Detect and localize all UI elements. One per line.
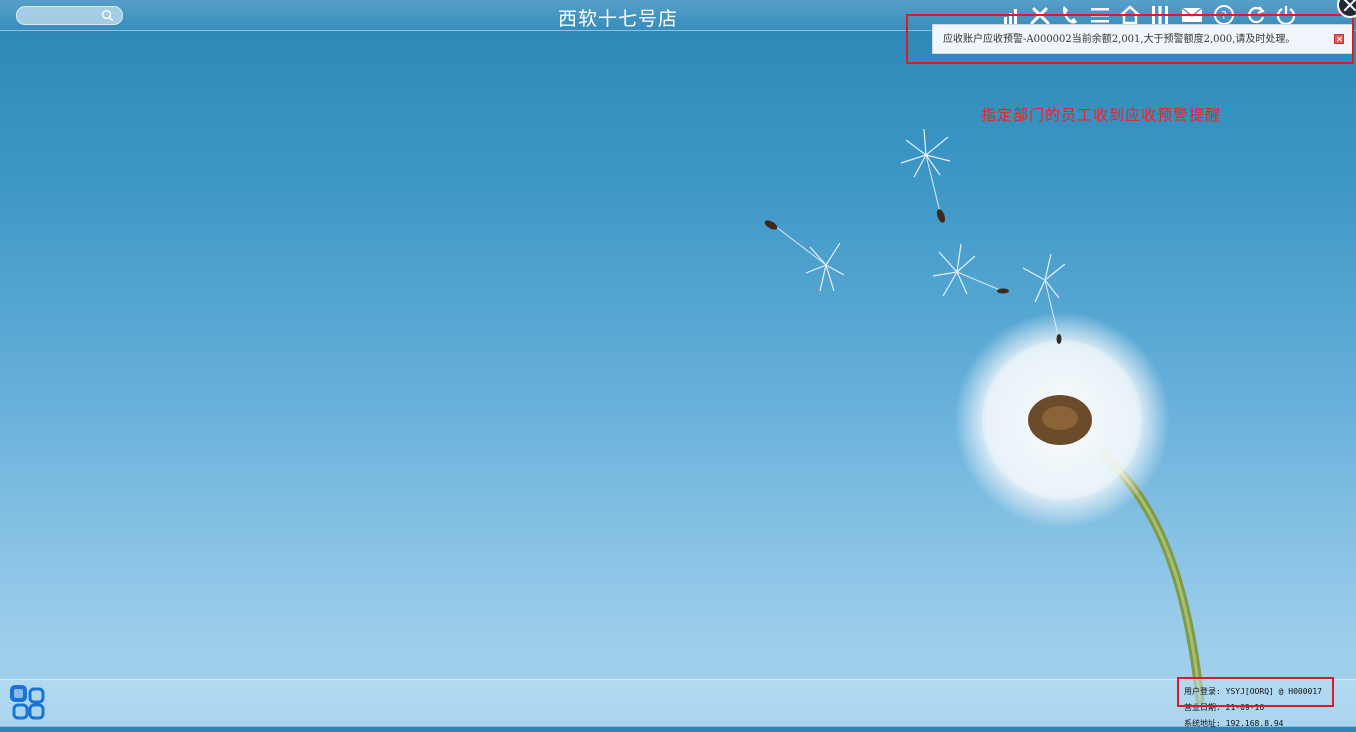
taskbar (0, 679, 1356, 727)
status-ip-row: 系统地址: 192.168.8.94 (1184, 716, 1322, 732)
annotation-text: 指定部门的员工收到应收预警提醒 (981, 106, 1222, 124)
start-menu-icon[interactable] (8, 683, 48, 723)
status-ip-label: 系统地址: (1184, 719, 1221, 728)
highlight-frame-status (1177, 677, 1334, 707)
status-ip-value: 192.168.8.94 (1225, 719, 1284, 728)
highlight-frame-notification (906, 14, 1354, 64)
